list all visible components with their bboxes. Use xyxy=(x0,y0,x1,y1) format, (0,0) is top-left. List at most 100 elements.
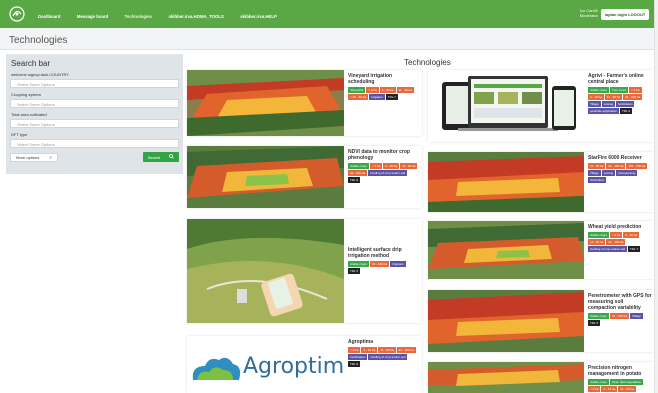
more-options-button[interactable]: More options ≡ xyxy=(10,152,58,162)
area-label: Total area cultivated xyxy=(11,112,47,117)
search-title: Search bar xyxy=(11,59,51,68)
nav-dashboard[interactable]: Dashboard xyxy=(38,14,60,19)
tag-badge: < 2 ha xyxy=(369,163,383,169)
trl-badge: TRL 7 xyxy=(385,94,398,100)
tag-badge: 31 - 100 ha xyxy=(606,163,626,169)
tech-card-image xyxy=(428,362,584,393)
nav-menu: Dashboard Message board Technologies ski… xyxy=(38,5,289,23)
tech-card-title: NDVI data to monitor crop phenology xyxy=(348,149,410,161)
tech-card-tags: Arable crops Tree crops < 2 ha 2 - 10 ha 11 … xyxy=(588,87,652,114)
tag-badge: 31 - 100 ha xyxy=(369,261,390,267)
tag-badge: sowing xyxy=(601,101,616,107)
country-select[interactable]: Select Some Options xyxy=(10,79,179,88)
dft-select[interactable]: Select Some Options xyxy=(10,139,179,148)
tech-card-tags: Arable crops < 2 ha 2 - 10 ha 11 - 30 ha 31 … xyxy=(348,163,418,183)
tech-card-tags: Arable crops 31 - 100 ha Tillage TRL 5 xyxy=(588,313,652,326)
tag-badge: Guiding of crop and/or soil xyxy=(588,246,628,252)
tech-card-tags: 11 - 30 ha 31 - 100 ha 101 - 500 ha Tillage… xyxy=(588,163,652,183)
logout-button[interactable]: luplan login LOGOUT xyxy=(601,9,649,20)
search-icon xyxy=(169,154,175,160)
top-navbar: Dashboard Message board Technologies ski… xyxy=(0,0,658,28)
tag-badge: transplanting xyxy=(616,170,638,176)
tag-badge: 101 - 500 ha xyxy=(626,163,648,169)
tech-card-title: Wheat yield prediction xyxy=(588,224,642,230)
tech-card-title: Penetrometer with GPS for measuring soil… xyxy=(588,293,652,311)
tech-card-image xyxy=(187,70,344,136)
tag-badge: < 2 ha xyxy=(609,232,623,238)
tag-badge: Tillage xyxy=(588,170,601,176)
user-role: Moderator xyxy=(579,13,598,18)
nav-tools[interactable]: skibber.irva.HOMA_TOOLS xyxy=(169,14,224,19)
tag-badge: Arable crops xyxy=(588,232,609,238)
search-sidebar: Search bar welcome.signup.task.COUNTRY S… xyxy=(6,54,183,174)
tech-card-image xyxy=(428,290,584,352)
tech-card[interactable]: Vineyard irrigation scheduling Vineyards… xyxy=(187,70,422,136)
trl-badge: TRL 5 xyxy=(588,320,601,326)
nav-technologies[interactable]: Technologies xyxy=(125,14,152,19)
tag-badge: 11 - 30 ha xyxy=(588,163,606,169)
tech-card[interactable]: StarFire 6000 Receiver 11 - 30 ha 31 - 10… xyxy=(428,152,654,212)
tag-badge: 31 - 100 ha xyxy=(348,170,368,176)
page-title: Technologies xyxy=(9,35,68,46)
area-select[interactable]: Select Some Options xyxy=(10,119,179,128)
trl-badge: TRL 5 xyxy=(348,268,361,274)
tech-card[interactable]: Wheat yield prediction Arable crops < 2 h… xyxy=(428,221,654,279)
tag-badge: Guiding of crop and/or soil xyxy=(368,354,408,360)
tech-card-tags: Vineyards < 2 ha 2 - 10 ha 11 - 30 ha > 31 -… xyxy=(348,87,418,100)
agroptima-logo: Agroptima xyxy=(187,336,344,393)
tech-card-tags: < 2 ha 2 - 10 ha 11 - 30 ha 31 - 100 ha Fert… xyxy=(348,347,418,367)
search-button-label: Search xyxy=(147,154,161,160)
tag-badge: Open field vegetables xyxy=(609,379,643,385)
tag-badge: 11 - 30 ha xyxy=(604,94,623,100)
tag-badge: Irrigation xyxy=(390,261,406,267)
tag-badge: Guiding of crop and/or soil xyxy=(368,170,408,176)
tech-card-title: Agroptima xyxy=(348,339,373,345)
more-options-label: More options xyxy=(16,154,40,160)
tech-card[interactable]: NDVI data to monitor crop phenology Arab… xyxy=(187,146,422,208)
tag-badge: 11 - 30 ha xyxy=(378,347,396,353)
tech-card-image xyxy=(428,70,584,142)
tag-badge: Arable crops xyxy=(588,379,609,385)
tech-card-title: Agrivi - Farmer's online central place xyxy=(588,73,644,85)
tag-badge: 31 - 100 ha xyxy=(623,94,643,100)
trl-badge: TRL 7 xyxy=(628,246,641,252)
tag-badge: 31 - 100 ha xyxy=(609,313,630,319)
country-label: welcome.signup.task.COUNTRY xyxy=(11,72,69,77)
nav-help[interactable]: skibber.irva.HELP xyxy=(240,14,277,19)
tag-badge: < 2 ha xyxy=(588,386,601,392)
tech-card[interactable]: Intelligent surface drip irrigation meth… xyxy=(187,219,422,323)
tag-badge: Tree crops xyxy=(609,87,629,93)
tag-badge: pesticide application xyxy=(588,108,620,114)
crop-label: Cropping system xyxy=(11,92,42,97)
nav-message-board[interactable]: Message board xyxy=(77,14,108,19)
tech-card[interactable]: Precision nitrogen management in potato … xyxy=(428,362,654,393)
page-header: Technologies xyxy=(0,28,658,50)
tech-card[interactable]: Agrivi - Farmer's online central place A… xyxy=(428,70,654,142)
tag-badge: Vineyards xyxy=(348,87,366,93)
tag-badge: 11 - 30 ha xyxy=(588,239,606,245)
tag-badge: < 2 ha xyxy=(348,347,361,353)
tag-badge: Arable crops xyxy=(588,87,609,93)
search-button[interactable]: Search xyxy=(143,152,179,162)
tag-badge: Tillage xyxy=(588,101,601,107)
tag-badge: 11 - 30 ha xyxy=(396,87,414,93)
tech-card[interactable]: Penetrometer with GPS for measuring soil… xyxy=(428,290,654,352)
tech-card-tags: Arable crops Open field vegetables < 2 ha 2… xyxy=(588,379,652,392)
tech-card-title: Intelligent surface drip irrigation meth… xyxy=(348,247,402,259)
tag-badge: Tillage xyxy=(630,313,643,319)
tech-card-title: Vineyard irrigation scheduling xyxy=(348,73,393,85)
tech-card-title: Precision nitrogen management in potato xyxy=(588,365,642,377)
tag-badge: Arable crops xyxy=(348,261,369,267)
tag-badge: Arable crops xyxy=(348,163,369,169)
tag-badge: > 31 - 50 ha xyxy=(348,94,369,100)
trl-badge: TRL 9 xyxy=(620,108,633,114)
user-info[interactable]: Ivo Carrilli Moderator xyxy=(580,8,598,18)
app-logo-icon[interactable] xyxy=(6,3,28,25)
page-scrollbar[interactable] xyxy=(654,0,658,393)
technologies-heading: Technologies xyxy=(404,58,451,67)
tech-card-image xyxy=(428,152,584,212)
tag-badge: 31 - 100 ha xyxy=(396,347,416,353)
crop-select[interactable]: Select Some Options xyxy=(10,99,179,108)
tech-card[interactable]: Agroptima Agroptima < 2 ha2 - 10 ha11 - … xyxy=(187,336,422,393)
trl-badge: TRL 9 xyxy=(348,177,361,183)
